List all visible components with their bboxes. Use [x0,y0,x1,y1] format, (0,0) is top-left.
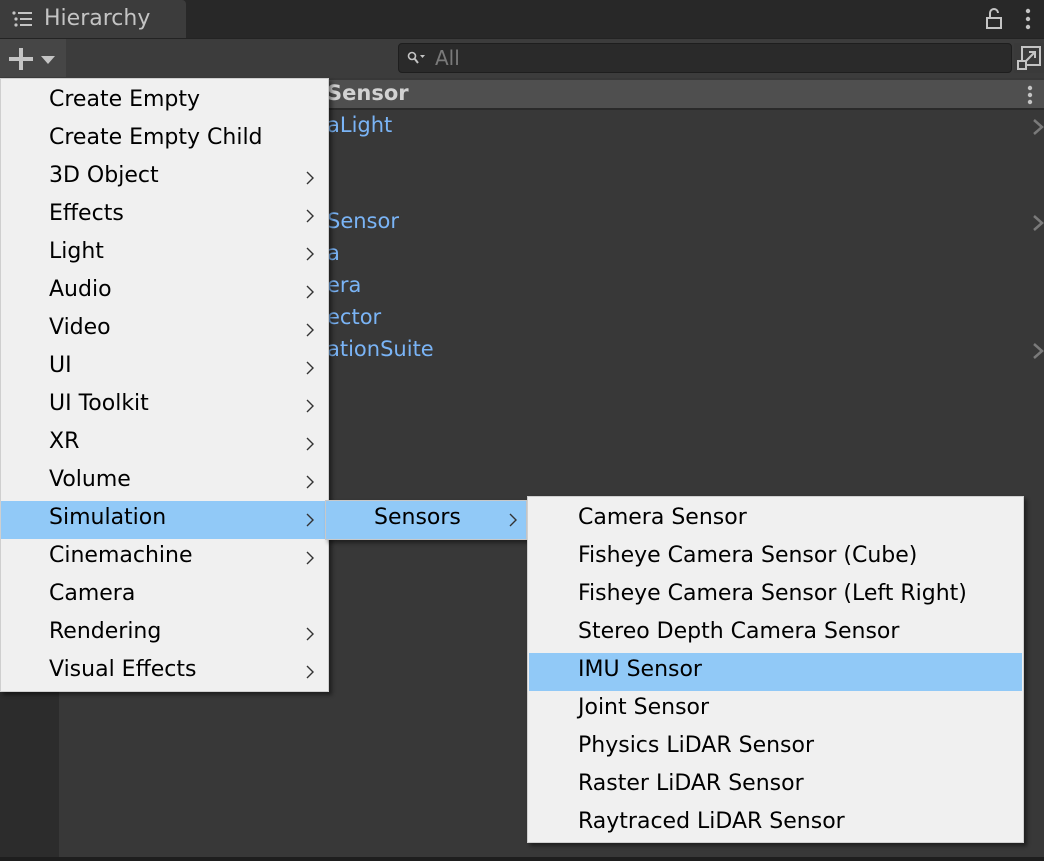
menu-item-imu-sensor[interactable]: IMU Sensor [529,653,1022,691]
search-field[interactable] [398,43,1012,73]
more-options-icon[interactable] [1022,8,1034,30]
menu-item-effects[interactable]: Effects [1,197,328,235]
menu-item-fisheye-camera-sensor-cube[interactable]: Fisheye Camera Sensor (Cube) [528,539,1023,577]
menu-item-label: Camera [49,581,136,606]
menu-item-label: Raytraced LiDAR Sensor [578,809,845,834]
tab-label: Hierarchy [44,6,151,31]
chevron-right-icon [306,209,314,223]
menu-item-camera-sensor[interactable]: Camera Sensor [528,501,1023,539]
menu-item-label: Effects [49,201,124,226]
menu-item-ui[interactable]: UI [1,349,328,387]
menu-item-visual-effects[interactable]: Visual Effects [1,653,328,691]
menu-item-label: Fisheye Camera Sensor (Cube) [578,543,918,568]
chevron-right-icon[interactable] [1031,117,1044,137]
menu-item-volume[interactable]: Volume [1,463,328,501]
scene-options-icon[interactable] [1023,84,1037,106]
chevron-right-icon [306,475,314,489]
menu-item-cinemachine[interactable]: Cinemachine [1,539,328,577]
chevron-right-icon[interactable] [1031,341,1044,361]
menu-item-label: UI Toolkit [49,391,149,416]
chevron-right-icon [306,665,314,679]
chevron-right-icon [306,627,314,641]
menu-item-label: 3D Object [49,163,159,188]
object-label: era [327,273,362,297]
menu-item-label: IMU Sensor [578,657,702,682]
chevron-right-icon [306,437,314,451]
menu-item-label: UI [49,353,72,378]
popout-icon [1017,46,1041,70]
hierarchy-toolbar [0,38,1044,78]
search-icon [407,51,425,64]
menu-item-label: Cinemachine [49,543,193,568]
sensors-submenu: Camera Sensor Fisheye Camera Sensor (Cube… [527,496,1024,843]
menu-item-fisheye-camera-sensor-left-right[interactable]: Fisheye Camera Sensor (Left Right) [528,577,1023,615]
popout-button[interactable] [1014,43,1044,73]
chevron-right-icon [306,285,314,299]
menu-item-raster-lidar-sensor[interactable]: Raster LiDAR Sensor [528,767,1023,805]
triangle-down-icon [41,56,55,64]
menu-item-label: Create Empty Child [49,125,263,150]
menu-item-label: Joint Sensor [578,695,710,720]
menu-item-create-empty-child[interactable]: Create Empty Child [1,121,328,159]
menu-item-joint-sensor[interactable]: Joint Sensor [528,691,1023,729]
chevron-right-icon [306,247,314,261]
menu-item-xr[interactable]: XR [1,425,328,463]
search-input[interactable] [435,45,995,71]
menu-item-label: Rendering [49,619,162,644]
simulation-submenu: Sensors [325,500,527,540]
menu-item-label: Camera Sensor [578,505,747,530]
menu-item-light[interactable]: Light [1,235,328,273]
chevron-right-icon [509,513,517,527]
chevron-right-icon [306,551,314,565]
menu-item-3d-object[interactable]: 3D Object [1,159,328,197]
plus-icon [9,48,33,70]
menu-item-label: XR [49,429,80,454]
menu-item-label: Sensors [374,505,461,530]
object-label: ationSuite [327,337,434,361]
menu-item-camera[interactable]: Camera [1,577,328,615]
menu-item-sensors[interactable]: Sensors [326,501,526,539]
menu-item-raytraced-lidar-sensor[interactable]: Raytraced LiDAR Sensor [528,805,1023,843]
menu-item-audio[interactable]: Audio [1,273,328,311]
menu-item-label: Video [49,315,111,340]
menu-item-label: Audio [49,277,112,302]
create-menu: Create Empty Create Empty Child 3D Object E… [0,78,329,692]
list-icon [12,11,32,27]
object-label: ector [327,305,382,329]
menu-item-label: Simulation [49,505,167,530]
menu-item-label: Stereo Depth Camera Sensor [578,619,900,644]
menu-item-label: Light [49,239,104,264]
object-label: aLight [327,113,393,137]
chevron-right-icon [306,171,314,185]
chevron-right-icon [306,361,314,375]
chevron-right-icon [306,323,314,337]
chevron-right-icon [306,399,314,413]
chevron-right-icon[interactable] [1031,213,1044,233]
menu-item-label: Volume [49,467,131,492]
menu-item-rendering[interactable]: Rendering [1,615,328,653]
menu-item-label: Visual Effects [49,657,197,682]
menu-item-label: Create Empty [49,87,201,112]
menu-item-simulation[interactable]: Simulation [1,501,328,539]
object-label: Sensor [327,209,399,233]
tab-hierarchy[interactable]: Hierarchy [0,0,186,38]
tab-bar: Hierarchy [0,0,1044,38]
create-button[interactable] [0,39,66,77]
menu-item-physics-lidar-sensor[interactable]: Physics LiDAR Sensor [528,729,1023,767]
menu-item-stereo-depth-camera-sensor[interactable]: Stereo Depth Camera Sensor [528,615,1023,653]
lock-icon[interactable] [984,8,1004,30]
menu-item-video[interactable]: Video [1,311,328,349]
chevron-right-icon [306,513,314,527]
menu-item-label: Raster LiDAR Sensor [578,771,804,796]
menu-item-ui-toolkit[interactable]: UI Toolkit [1,387,328,425]
scene-title: Sensor [327,81,409,105]
bottom-border [0,857,1044,861]
menu-item-label: Physics LiDAR Sensor [578,733,815,758]
menu-item-create-empty[interactable]: Create Empty [1,83,328,121]
menu-item-label: Fisheye Camera Sensor (Left Right) [578,581,967,606]
